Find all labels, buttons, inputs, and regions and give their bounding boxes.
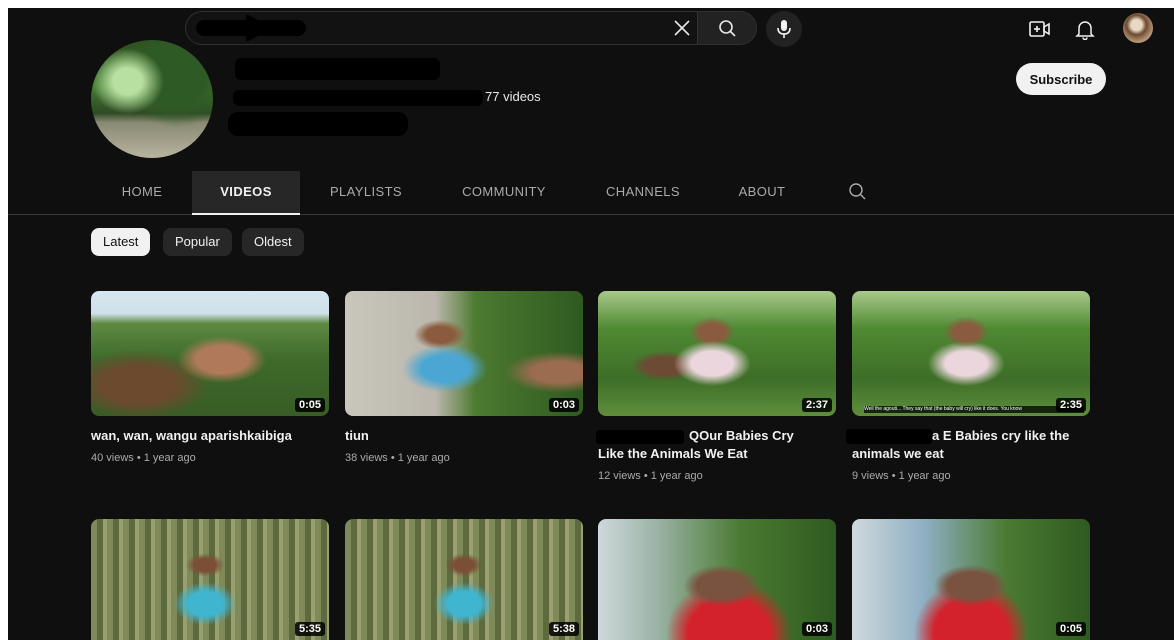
video-thumbnail[interactable]: 0:05 [91,291,329,416]
search-button[interactable] [697,11,757,45]
video-meta: 9 views • 1 year ago [852,470,951,482]
video-title-line1[interactable]: QOur Babies Cry [689,427,849,445]
redacted-title-part [846,429,932,444]
redacted-channel-handle [233,90,483,106]
video-thumbnail[interactable]: 5:38 [345,519,583,640]
channel-tabs: HOME VIDEOS PLAYLISTS COMMUNITY CHANNELS… [8,171,1174,215]
youtube-channel-page: 77 videos Subscribe HOME VIDEOS PLAYLIST… [8,8,1174,640]
video-duration: 5:35 [294,622,325,636]
video-duration: 2:37 [801,398,832,412]
tab-home[interactable]: HOME [104,171,180,213]
redacted-channel-name [235,58,440,80]
video-duration: 2:35 [1055,398,1086,412]
video-count: 77 videos [485,89,541,104]
video-meta: 38 views • 1 year ago [345,452,450,464]
tab-playlists[interactable]: PLAYLISTS [318,171,414,213]
notifications-icon[interactable] [1073,18,1097,40]
channel-search-icon[interactable] [848,182,868,202]
tab-community[interactable]: COMMUNITY [448,171,560,213]
clear-icon[interactable] [671,17,693,39]
account-avatar[interactable] [1123,13,1153,43]
video-thumbnail[interactable]: 0:03 [598,519,836,640]
video-thumbnail[interactable]: 5:35 [91,519,329,640]
search-input[interactable] [185,11,697,45]
redacted-channel-info [228,112,408,136]
close-icon [674,20,690,36]
video-thumbnail[interactable]: 2:37 [598,291,836,416]
video-duration: 0:05 [1055,622,1086,636]
video-duration: 0:03 [801,622,832,636]
video-duration: 5:38 [548,622,579,636]
video-title-line2[interactable]: Like the Animals We Eat [598,445,838,463]
video-thumbnail[interactable]: Well the agouti... They say that (the ba… [852,291,1090,416]
video-duration: 0:05 [294,398,325,412]
chip-latest[interactable]: Latest [91,228,151,256]
create-video-icon[interactable] [1028,18,1052,40]
chip-popular[interactable]: Popular [163,228,232,256]
video-thumbnail[interactable]: 0:03 [345,291,583,416]
tab-videos[interactable]: VIDEOS [192,171,300,215]
redacted-search-text [196,14,306,42]
video-title[interactable]: tiun [345,427,585,445]
redacted-title-part [596,430,684,444]
video-meta: 40 views • 1 year ago [91,452,196,464]
video-title[interactable]: wan, wan, wangu aparishkaibiga [91,427,331,445]
search-icon [719,20,736,37]
channel-avatar [91,40,213,158]
voice-search-button[interactable] [766,11,802,47]
chip-oldest[interactable]: Oldest [242,228,304,256]
video-title-line2[interactable]: animals we eat [852,445,1092,463]
tab-about[interactable]: ABOUT [726,171,798,213]
video-title-line1[interactable]: a E Babies cry like the [932,427,1102,445]
mic-icon [777,20,791,38]
video-meta: 12 views • 1 year ago [598,470,703,482]
caption-text: Well the agouti... They say that (the ba… [864,406,1084,413]
subscribe-button[interactable]: Subscribe [1016,63,1106,95]
video-duration: 0:03 [548,398,579,412]
tab-channels[interactable]: CHANNELS [593,171,693,213]
video-thumbnail[interactable]: 0:05 [852,519,1090,640]
